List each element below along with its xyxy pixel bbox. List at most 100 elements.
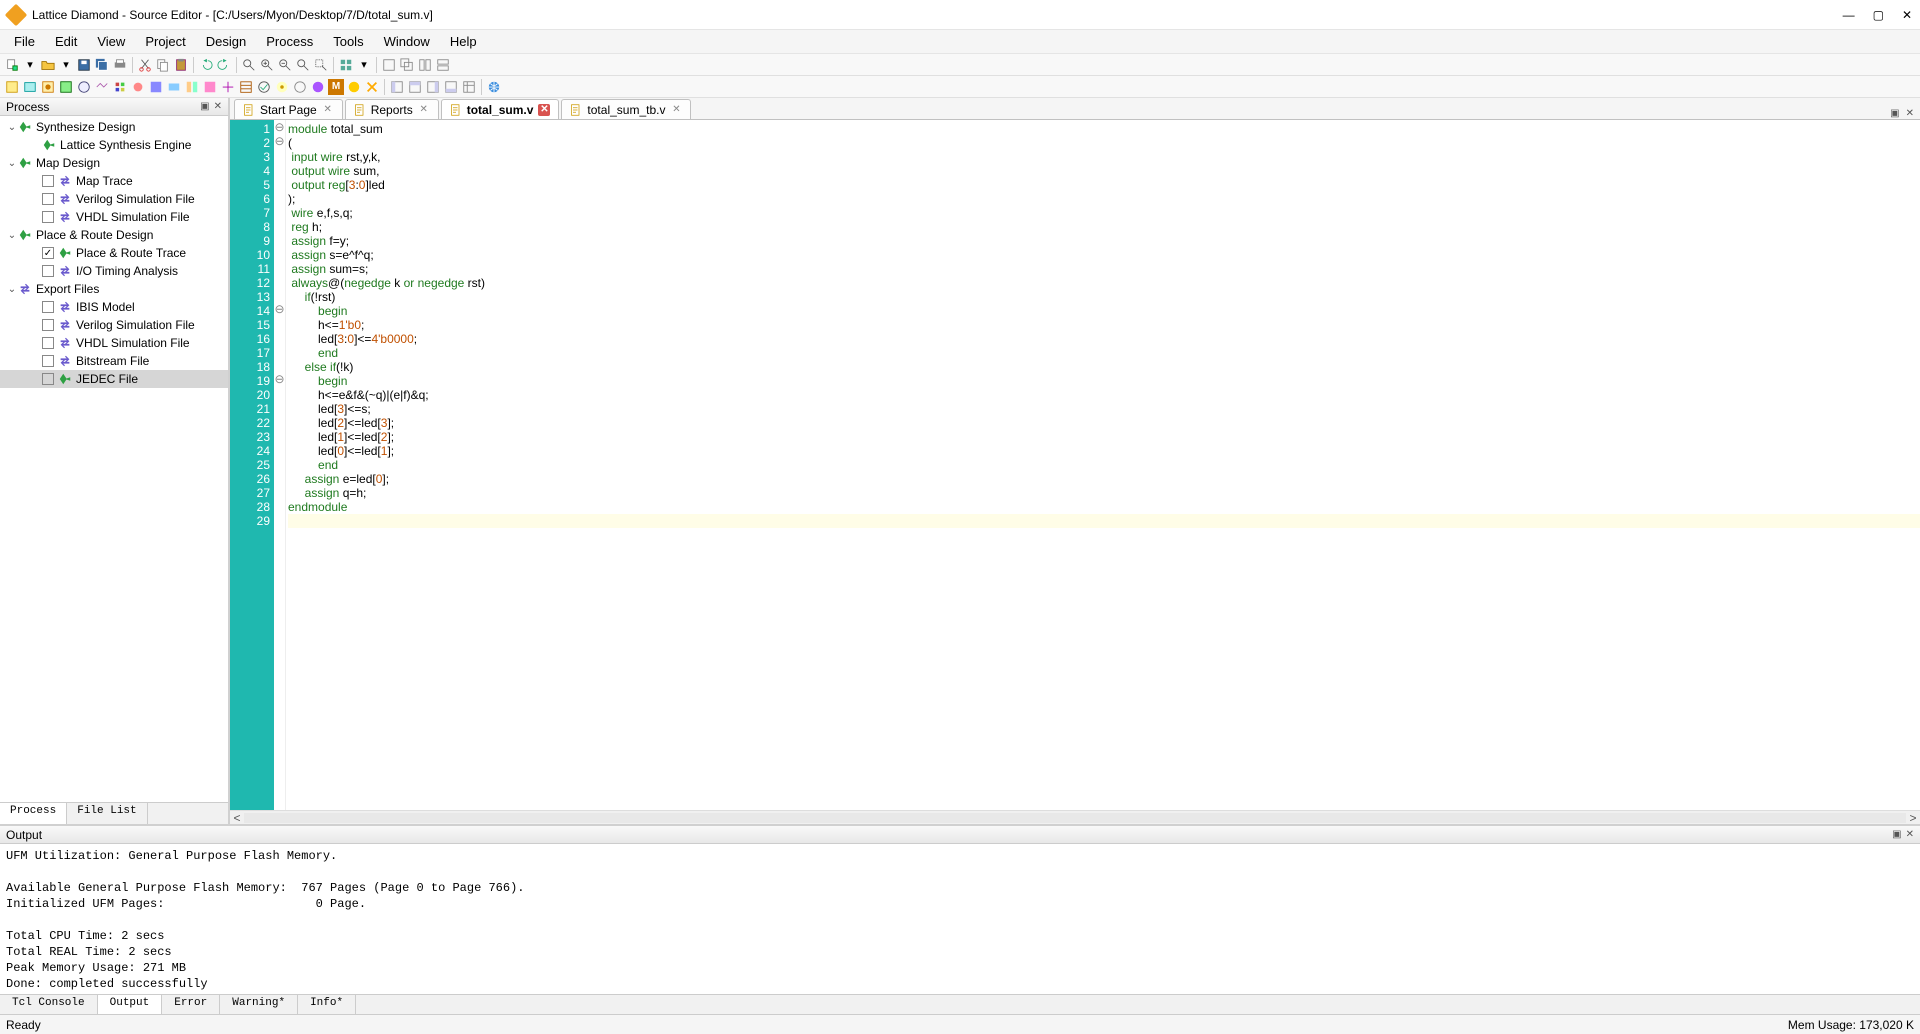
dropdown-icon[interactable]: ▾ [58, 57, 74, 73]
tab-close-icon[interactable]: ✕ [670, 104, 682, 116]
tab-close-icon[interactable]: ✕ [538, 104, 550, 116]
editor-tab[interactable]: Start Page✕ [234, 99, 343, 119]
twisty-icon[interactable]: ⌄ [6, 122, 18, 133]
dropdown-icon[interactable]: ▾ [356, 57, 372, 73]
code-editor[interactable]: 1234567891011121314151617181920212223242… [230, 120, 1920, 810]
grid-icon[interactable] [338, 57, 354, 73]
tool-icon[interactable] [364, 79, 380, 95]
tool-icon[interactable] [58, 79, 74, 95]
tool-icon[interactable] [220, 79, 236, 95]
checkbox[interactable] [42, 175, 54, 187]
save-all-icon[interactable] [94, 57, 110, 73]
minimize-button[interactable]: — [1843, 8, 1855, 22]
zoom-fit-icon[interactable] [295, 57, 311, 73]
panel-float-icon[interactable]: ▣ [200, 101, 209, 112]
window-icon[interactable] [381, 57, 397, 73]
tool-icon[interactable] [238, 79, 254, 95]
layout-icon[interactable] [425, 79, 441, 95]
tree-item[interactable]: Lattice Synthesis Engine [0, 136, 228, 154]
checkbox[interactable] [42, 193, 54, 205]
scroll-left-icon[interactable]: < [230, 811, 244, 825]
menu-file[interactable]: File [4, 32, 45, 51]
tab-file-list[interactable]: File List [67, 803, 147, 824]
twisty-icon[interactable]: ⌄ [6, 284, 18, 295]
tool-icon[interactable] [184, 79, 200, 95]
editor-tab[interactable]: total_sum.v✕ [441, 99, 560, 119]
dropdown-icon[interactable]: ▾ [22, 57, 38, 73]
tree-item[interactable]: Bitstream File [0, 352, 228, 370]
output-tab[interactable]: Info* [298, 995, 356, 1014]
tree-item[interactable]: ⌄Synthesize Design [0, 118, 228, 136]
checkbox[interactable] [42, 301, 54, 313]
tool-icon[interactable] [94, 79, 110, 95]
process-tree[interactable]: ⌄Synthesize DesignLattice Synthesis Engi… [0, 116, 228, 802]
tool-icon[interactable] [166, 79, 182, 95]
tree-item[interactable]: VHDL Simulation File [0, 208, 228, 226]
close-button[interactable]: ✕ [1902, 8, 1912, 22]
print-icon[interactable] [112, 57, 128, 73]
copy-icon[interactable] [155, 57, 171, 73]
find-icon[interactable] [241, 57, 257, 73]
editor-float-icon[interactable]: ▣ [1890, 108, 1899, 119]
menu-process[interactable]: Process [256, 32, 323, 51]
fold-column[interactable]: ⊖⊖⊖⊖ [274, 120, 286, 810]
zoom-area-icon[interactable] [313, 57, 329, 73]
cut-icon[interactable] [137, 57, 153, 73]
tree-item[interactable]: Map Trace [0, 172, 228, 190]
checkbox[interactable] [42, 265, 54, 277]
tree-item[interactable]: ⌄Place & Route Design [0, 226, 228, 244]
editor-close-icon[interactable]: ✕ [1906, 108, 1914, 119]
tree-item[interactable]: JEDEC File [0, 370, 228, 388]
checkbox[interactable] [42, 355, 54, 367]
output-body[interactable]: UFM Utilization: General Purpose Flash M… [0, 844, 1920, 994]
tool-icon[interactable] [22, 79, 38, 95]
tree-item[interactable]: Verilog Simulation File [0, 190, 228, 208]
window-icon[interactable] [417, 57, 433, 73]
tool-icon[interactable] [76, 79, 92, 95]
tree-item[interactable]: VHDL Simulation File [0, 334, 228, 352]
tool-icon[interactable]: M [328, 79, 344, 95]
tool-icon[interactable] [310, 79, 326, 95]
output-tab[interactable]: Warning* [220, 995, 298, 1014]
menu-window[interactable]: Window [374, 32, 440, 51]
redo-icon[interactable] [216, 57, 232, 73]
tree-item[interactable]: ⌄Export Files [0, 280, 228, 298]
layout-icon[interactable] [407, 79, 423, 95]
tool-icon[interactable] [148, 79, 164, 95]
tool-icon[interactable] [202, 79, 218, 95]
panel-float-icon[interactable]: ▣ [1892, 829, 1901, 840]
output-tab[interactable]: Output [98, 995, 163, 1014]
scroll-right-icon[interactable]: > [1906, 811, 1920, 825]
checkbox[interactable] [42, 319, 54, 331]
layout-icon[interactable] [443, 79, 459, 95]
window-icon[interactable] [399, 57, 415, 73]
tool-icon[interactable] [40, 79, 56, 95]
undo-icon[interactable] [198, 57, 214, 73]
fold-toggle-icon[interactable]: ⊖ [274, 372, 285, 386]
menu-edit[interactable]: Edit [45, 32, 87, 51]
open-icon[interactable] [40, 57, 56, 73]
tool-icon[interactable] [274, 79, 290, 95]
tree-item[interactable]: ⌄Map Design [0, 154, 228, 172]
checkbox[interactable] [42, 211, 54, 223]
menu-design[interactable]: Design [196, 32, 256, 51]
tool-icon[interactable] [4, 79, 20, 95]
editor-h-scrollbar[interactable]: < > [230, 810, 1920, 824]
tree-item[interactable]: Verilog Simulation File [0, 316, 228, 334]
panel-close-icon[interactable]: ✕ [214, 101, 222, 112]
editor-tab[interactable]: total_sum_tb.v✕ [561, 99, 691, 119]
tree-item[interactable]: I/O Timing Analysis [0, 262, 228, 280]
menu-view[interactable]: View [87, 32, 135, 51]
twisty-icon[interactable]: ⌄ [6, 158, 18, 169]
menu-help[interactable]: Help [440, 32, 487, 51]
tool-icon[interactable] [292, 79, 308, 95]
zoom-in-icon[interactable] [259, 57, 275, 73]
paste-icon[interactable] [173, 57, 189, 73]
tool-icon[interactable] [130, 79, 146, 95]
new-icon[interactable] [4, 57, 20, 73]
fold-toggle-icon[interactable]: ⊖ [274, 134, 285, 148]
editor-tab[interactable]: Reports✕ [345, 99, 439, 119]
code-body[interactable]: module total_sum( input wire rst,y,k, ou… [286, 120, 1920, 810]
menu-project[interactable]: Project [135, 32, 195, 51]
fold-toggle-icon[interactable]: ⊖ [274, 302, 285, 316]
